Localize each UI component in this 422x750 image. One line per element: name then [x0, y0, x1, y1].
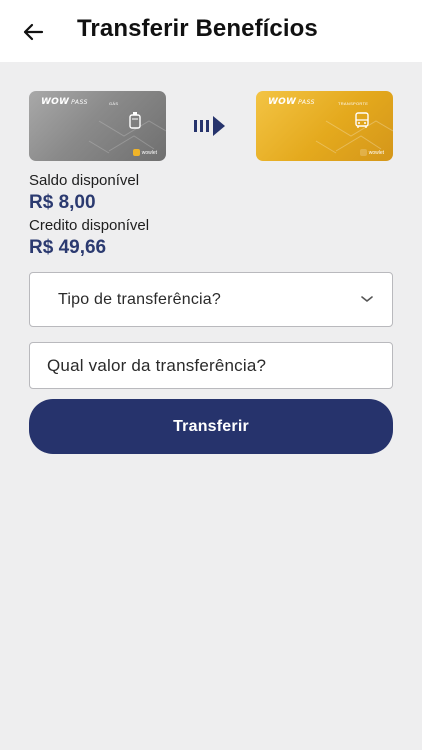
card-type-label: GÁS [109, 101, 119, 106]
transfer-type-select[interactable]: Tipo de transferência? [29, 272, 393, 327]
gas-cylinder-icon [129, 112, 141, 129]
credito-value: R$ 49,66 [29, 237, 107, 258]
card-brand: WOW PASS [268, 97, 315, 107]
transfer-submit-button[interactable]: Transferir [29, 399, 393, 454]
saldo-label: Saldo disponível [29, 172, 140, 189]
card-type-label: TRANSPORTE [338, 101, 369, 106]
transfer-amount-input[interactable] [29, 342, 393, 389]
credito-label: Credito disponível [29, 217, 150, 234]
card-brand: WOW PASS [41, 97, 88, 107]
card-footer-brand: wowlet [132, 149, 157, 156]
page-title: Transferir Benefícios [77, 15, 318, 42]
cards-transfer-row: WOWPASS GÁS wowlet WOWPASS TRANSPORTE [29, 91, 393, 161]
source-benefit-card[interactable]: WOW PASS GÁS wowlet [29, 91, 166, 161]
arrow-left-icon [23, 23, 44, 41]
app-header: Transferir Benefícios [0, 0, 422, 62]
wowlet-logo-icon [132, 149, 140, 156]
chevron-down-icon [361, 296, 373, 302]
target-benefit-card[interactable]: WOW PASS TRANSPORTE wowlet [256, 91, 393, 161]
wowlet-logo-icon [359, 149, 367, 156]
bus-icon [355, 112, 369, 128]
transfer-arrow-icon [194, 116, 225, 136]
back-button[interactable] [18, 17, 48, 47]
transfer-type-placeholder: Tipo de transferência? [58, 291, 222, 308]
saldo-value: R$ 8,00 [29, 192, 96, 213]
card-footer-brand: wowlet [359, 149, 384, 156]
